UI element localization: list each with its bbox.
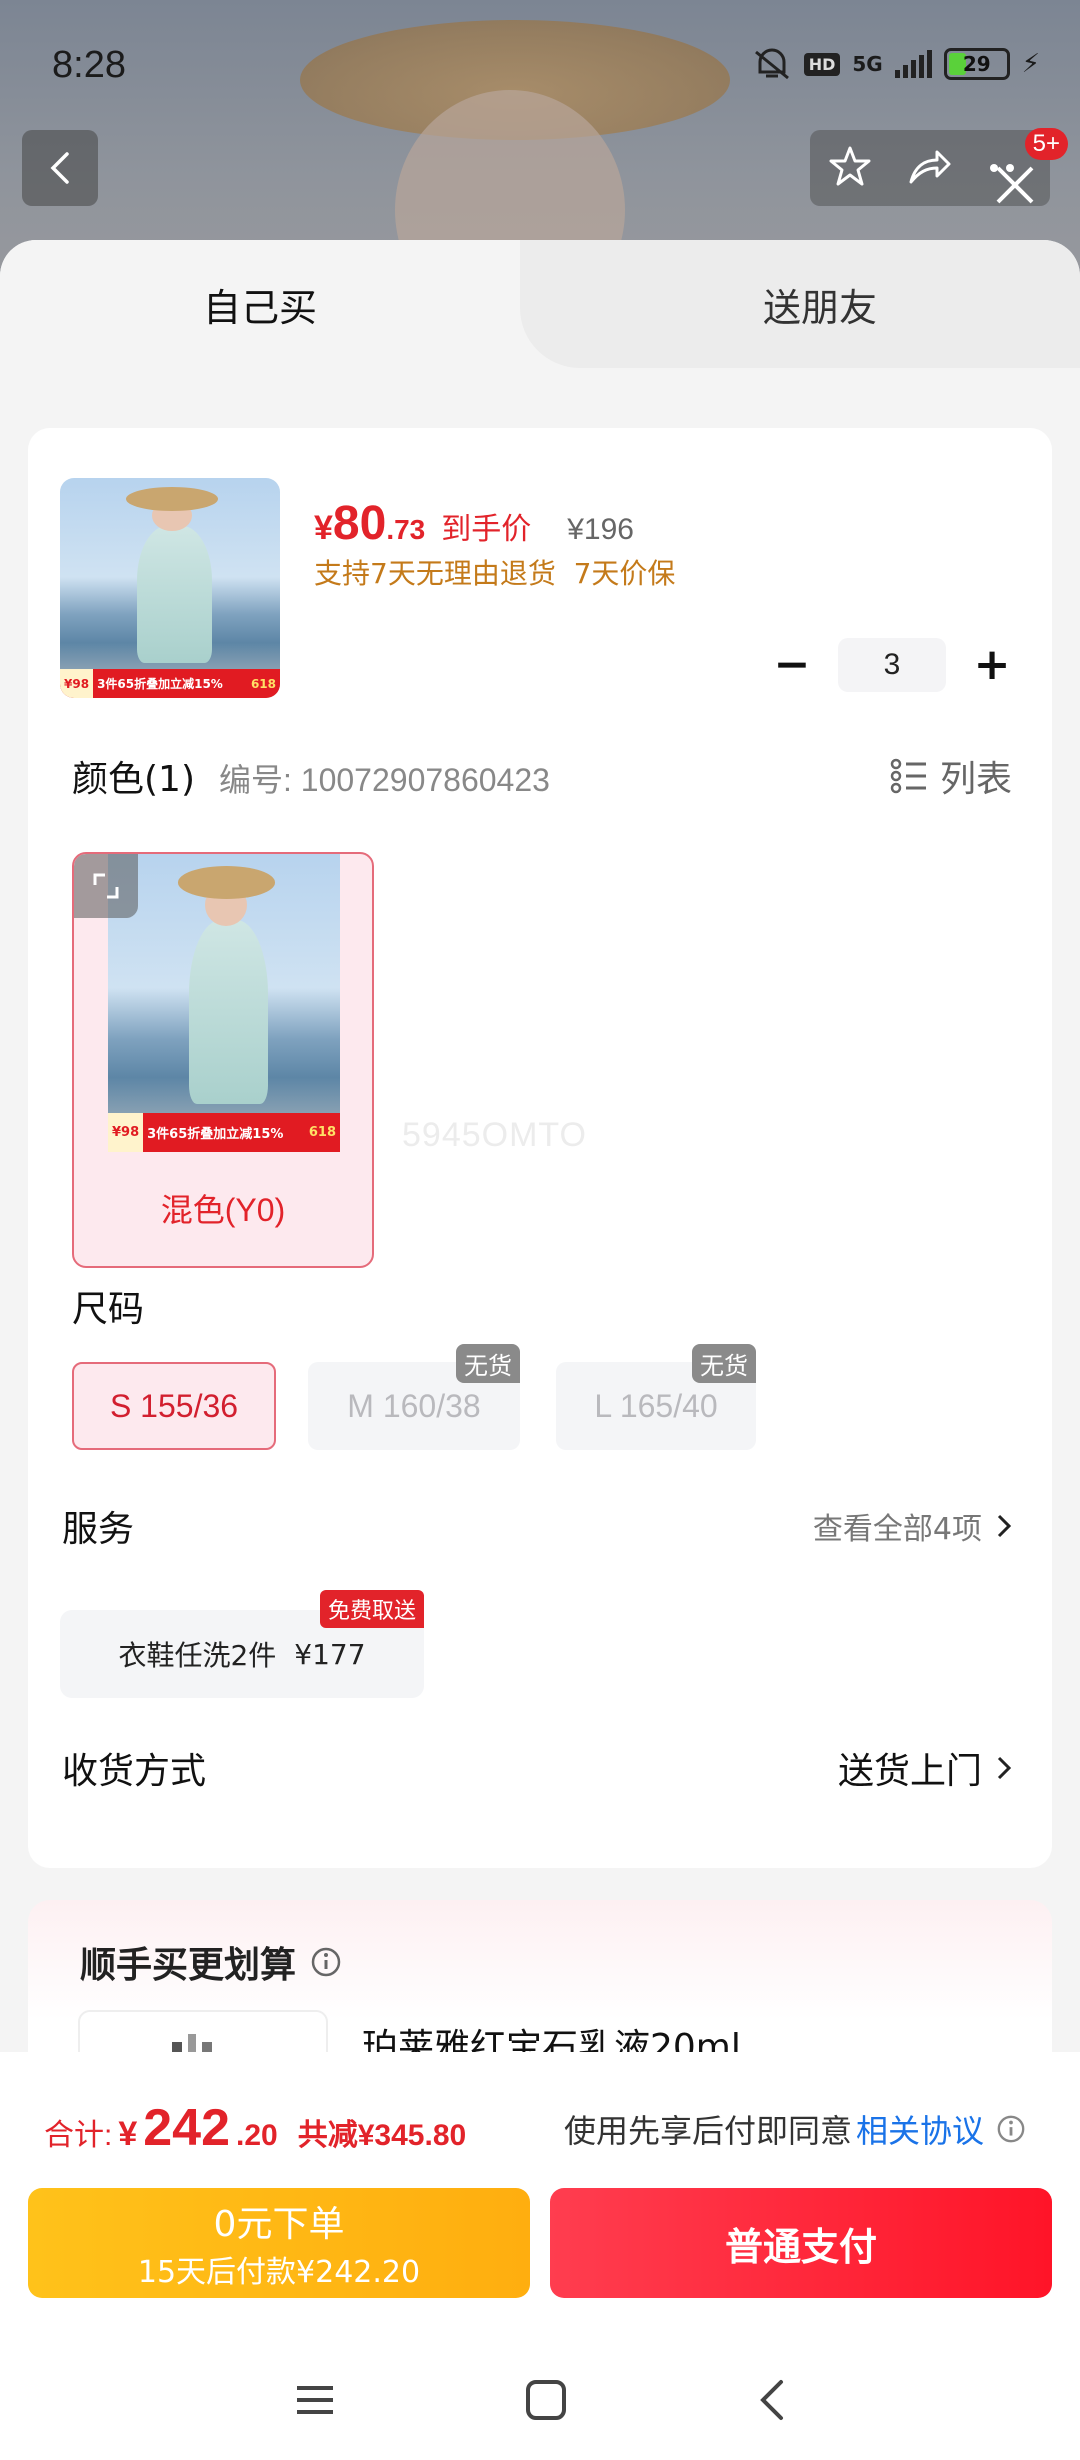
- service-option-laundry[interactable]: 衣鞋任洗2件 ¥177 免费取送: [60, 1590, 424, 1698]
- status-icons: HD 5G 29 ⚡: [752, 48, 1040, 80]
- size-option-l[interactable]: L 165/40 无货: [556, 1344, 756, 1450]
- buy-now-pay-later-button[interactable]: 0元下单 15天后付款¥242.20: [28, 2188, 530, 2298]
- battery-icon: 29: [943, 48, 1010, 80]
- expand-image-button[interactable]: [74, 854, 138, 918]
- message-badge: 5+: [1024, 128, 1068, 160]
- menu-icon[interactable]: [293, 2382, 337, 2418]
- normal-pay-button[interactable]: 普通支付: [550, 2188, 1052, 2298]
- star-icon: [829, 146, 871, 186]
- bnpl-agreement: 使用先享后付即同意 相关协议: [564, 2106, 1026, 2152]
- share-icon: [909, 150, 951, 184]
- tab-gift-friend[interactable]: 送朋友: [560, 240, 1080, 368]
- status-bar: 8:28 HD 5G 29 ⚡: [0, 0, 1080, 130]
- hd-icon: HD: [803, 52, 841, 76]
- delivery-title: 收货方式: [62, 1751, 207, 1792]
- quantity-value[interactable]: 3: [838, 638, 946, 692]
- color-variant-label: 混色(Y0): [160, 1192, 286, 1228]
- service-title: 服务: [62, 1509, 135, 1550]
- price-row: ¥80.73 到手价 ¥196: [314, 496, 634, 551]
- chevron-right-icon: [997, 1756, 1012, 1780]
- sold-out-tag: 无货: [692, 1344, 756, 1383]
- color-title: 颜色(1): [72, 759, 195, 800]
- color-variant-card[interactable]: ¥98 3件65折叠加立减15% 618 混色(Y0): [72, 852, 374, 1268]
- size-option-s[interactable]: S 155/36: [72, 1362, 276, 1450]
- delivery-method-selector[interactable]: 送货上门: [838, 1742, 1012, 1794]
- color-header: 颜色(1) 编号: 10072907860423: [72, 750, 550, 802]
- return-policy: 支持7天无理由退货 7天价保: [314, 557, 676, 590]
- signal-icon: [894, 50, 932, 78]
- chevron-right-icon: [997, 1514, 1012, 1538]
- product-options-card: ¥98 3件65折叠加立减15% 618 ¥80.73 到手价 ¥196 支持7…: [28, 428, 1052, 1868]
- original-price: ¥196: [567, 513, 634, 546]
- list-icon: [890, 758, 926, 794]
- home-icon[interactable]: [524, 2378, 568, 2422]
- watermark-text: 5945OMTO: [402, 1116, 588, 1154]
- final-price-label: 到手价: [441, 512, 532, 547]
- status-time: 8:28: [52, 44, 126, 86]
- order-total: 合计: ¥242.20 共减¥345.80: [44, 2099, 467, 2157]
- system-nav-bar: [0, 2340, 1080, 2460]
- close-icon[interactable]: [990, 160, 1040, 210]
- list-view-toggle[interactable]: 列表: [890, 750, 1012, 802]
- size-option-m[interactable]: M 160/38 无货: [308, 1344, 520, 1450]
- color-variant-image: ¥98 3件65折叠加立减15% 618: [108, 854, 340, 1152]
- chevron-left-icon: [50, 152, 69, 184]
- purchase-tabs: 自己买 送朋友: [0, 240, 1080, 368]
- product-code: 编号: 10072907860423: [219, 762, 550, 798]
- mute-icon: [752, 48, 792, 80]
- expand-icon: [93, 873, 119, 899]
- favorite-button[interactable]: [828, 144, 872, 192]
- info-icon[interactable]: [310, 1946, 342, 1978]
- final-price: ¥80.73: [314, 497, 426, 550]
- agreement-link[interactable]: 相关协议: [856, 2106, 984, 2152]
- promo-banner: ¥98 3件65折叠加立减15% 618: [60, 669, 280, 698]
- product-thumbnail[interactable]: ¥98 3件65折叠加立减15% 618: [60, 478, 280, 698]
- addon-title: 顺手买更划算: [80, 1936, 342, 1988]
- total-discount: 共减¥345.80: [297, 2119, 467, 2152]
- tab-buy-for-self[interactable]: 自己买: [0, 240, 520, 368]
- share-button[interactable]: [907, 146, 953, 190]
- increase-button[interactable]: +: [972, 643, 1012, 687]
- size-title: 尺码: [72, 1289, 145, 1330]
- info-icon[interactable]: [996, 2114, 1026, 2144]
- network-type: 5G: [852, 52, 883, 76]
- back-button[interactable]: [22, 130, 98, 206]
- decrease-button[interactable]: −: [772, 643, 812, 687]
- quantity-stepper: − 3 +: [772, 638, 1012, 692]
- view-all-services-link[interactable]: 查看全部4项: [813, 1504, 1012, 1548]
- back-icon[interactable]: [755, 2378, 787, 2422]
- checkout-bar: 合计: ¥242.20 共减¥345.80 使用先享后付即同意 相关协议 0元下…: [0, 2052, 1080, 2460]
- sold-out-tag: 无货: [456, 1344, 520, 1383]
- free-pickup-tag: 免费取送: [319, 1590, 424, 1628]
- charging-icon: ⚡: [1021, 49, 1040, 79]
